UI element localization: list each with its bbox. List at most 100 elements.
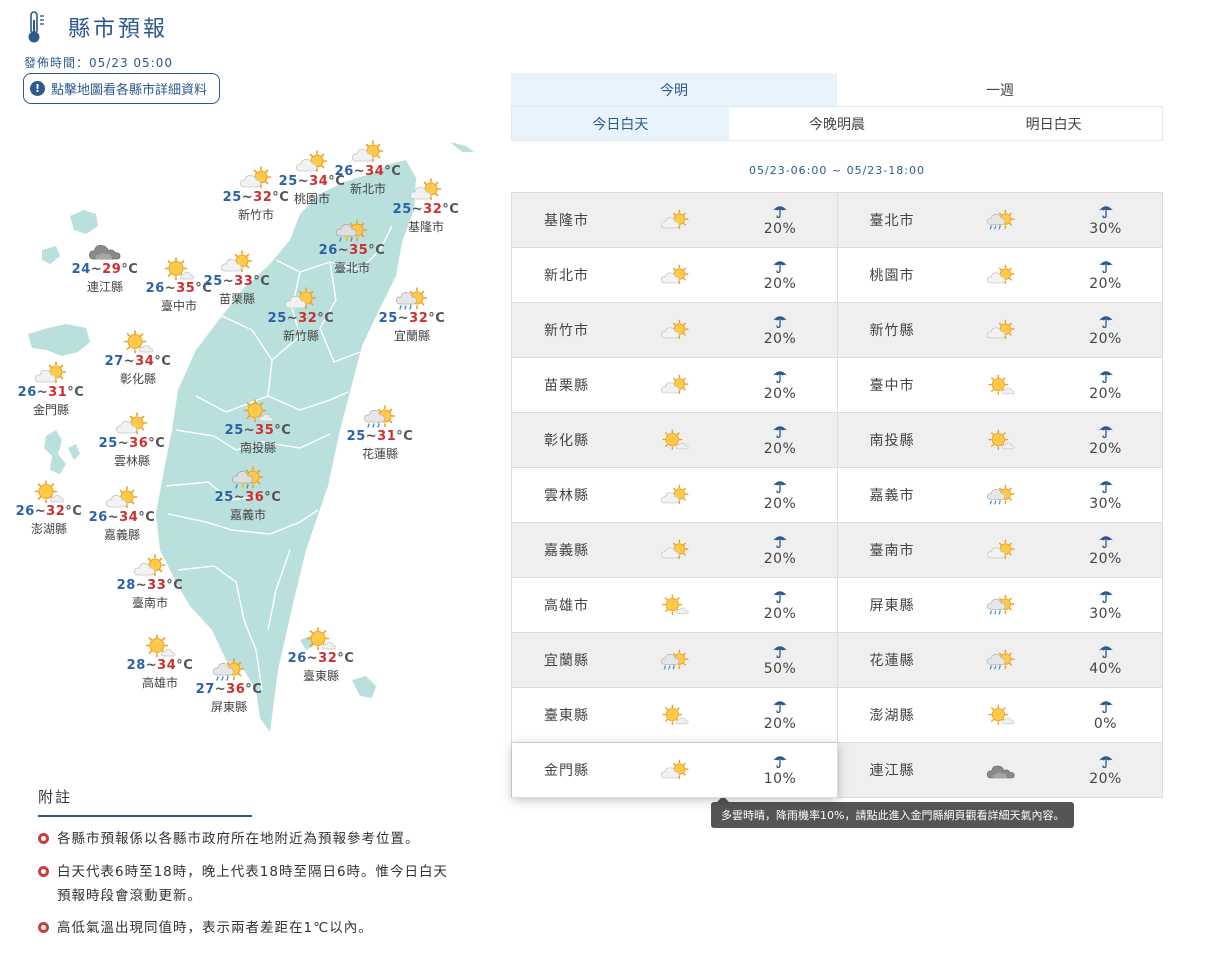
forecast-cell[interactable]: 宜蘭縣 50% (512, 633, 838, 688)
temp-unit: °C (166, 578, 184, 593)
forecast-table: 基隆市 20% 臺北市 30% 新北市 20% 桃園市 20% 新竹市 20% 新竹縣 20% 苗栗縣 2… (511, 192, 1163, 798)
forecast-cell[interactable]: 金門縣 10% (512, 743, 838, 798)
county-name: 臺中市 (869, 378, 915, 394)
map-county-label[interactable]: 26~31°C 金門縣 (0, 361, 106, 419)
forecast-cell[interactable]: 新北市 20% (512, 248, 838, 303)
map-county-label[interactable]: 26~35°C 臺北市 (297, 219, 407, 277)
forecast-cell[interactable]: 臺北市 30% (837, 193, 1163, 248)
temp-separator: ~ (337, 243, 350, 258)
forecast-cell[interactable]: 澎湖縣 0% (837, 688, 1163, 743)
rain-probability: 20% (1076, 314, 1136, 347)
forecast-cell[interactable]: 臺中市 20% (837, 358, 1163, 413)
forecast-cell[interactable]: 基隆市 20% (512, 193, 838, 248)
rain-probability: 0% (1076, 699, 1136, 732)
temp-low: 28 (116, 578, 136, 593)
sunny-cloud-icon (986, 429, 1016, 451)
partly-cloudy-icon (133, 554, 167, 578)
forecast-cell[interactable]: 臺東縣 20% (512, 688, 838, 743)
map-county-label[interactable]: 25~36°C 嘉義市 (193, 466, 303, 524)
county-name: 新竹市 (237, 208, 274, 222)
temp-separator: ~ (241, 190, 254, 205)
rain-percent: 20% (763, 495, 797, 512)
map-county-label[interactable]: 25~31°C 花蓮縣 (325, 405, 435, 463)
county-name: 臺南市 (869, 543, 915, 559)
rain-probability: 20% (1076, 754, 1136, 787)
umbrella-icon (772, 699, 788, 713)
rain-percent: 20% (763, 385, 797, 402)
period-range: 05/23-06:00 ~ 05/23-18:00 (749, 164, 925, 177)
main-tabs: 今明 一週 (511, 73, 1163, 106)
sunny-cloud-icon (660, 429, 690, 451)
map-county-label[interactable]: 27~36°C 屏東縣 (174, 658, 284, 716)
forecast-cell[interactable]: 新竹市 20% (512, 303, 838, 358)
map-tip-button[interactable]: ! 點擊地圖看各縣市詳細資料 (23, 73, 221, 104)
forecast-cell[interactable]: 高雄市 20% (512, 578, 838, 633)
tab-today-tomorrow[interactable]: 今明 (511, 73, 837, 106)
partly-cloudy-icon (660, 209, 690, 231)
temp-separator: ~ (123, 354, 136, 369)
notes-title: 附註 (38, 788, 73, 806)
umbrella-icon (772, 369, 788, 383)
partly-cloudy-icon (660, 759, 690, 781)
county-name: 高雄市 (544, 598, 589, 614)
temp-range: 26~35°C (297, 243, 407, 259)
dark-cloud-icon (986, 759, 1016, 781)
forecast-cell[interactable]: 彰化縣 20% (512, 413, 838, 468)
temp-high: 31 (377, 429, 397, 444)
map-county-label[interactable]: 25~36°C 雲林縣 (77, 412, 187, 470)
forecast-cell[interactable]: 桃園市 20% (837, 248, 1163, 303)
forecast-cell[interactable]: 嘉義市 30% (837, 468, 1163, 523)
forecast-cell[interactable]: 屏東縣 30% (837, 578, 1163, 633)
temp-high: 36 (226, 682, 246, 697)
temp-range: 25~36°C (193, 490, 303, 506)
tab-today-day[interactable]: 今日白天 (512, 107, 729, 140)
rain-cloud-icon (363, 405, 397, 429)
map-county-label[interactable]: 25~32°C 宜蘭縣 (357, 287, 467, 345)
tab-tonight[interactable]: 今晚明晨 (729, 107, 946, 140)
temp-low: 25 (392, 202, 412, 217)
county-name: 連江縣 (869, 763, 915, 779)
map-county-label[interactable]: 25~32°C 新竹縣 (246, 287, 356, 345)
rain-cloud-icon (212, 658, 246, 682)
temp-unit: °C (154, 354, 172, 369)
umbrella-icon (1098, 369, 1114, 383)
temp-low: 26 (15, 504, 35, 519)
temp-low: 27 (104, 354, 124, 369)
forecast-cell[interactable]: 新竹縣 20% (837, 303, 1163, 358)
county-name: 彰化縣 (544, 433, 589, 449)
map-county-label[interactable]: 28~33°C 臺南市 (95, 554, 205, 612)
note-text: 白天代表6時至18時，晚上代表18時至隔日6時。惟今日白天預報時段會滾動更新。 (57, 864, 449, 904)
temp-unit: °C (274, 423, 292, 438)
bullet-icon (38, 922, 49, 933)
county-name: 嘉義市 (869, 488, 915, 504)
rain-probability: 30% (1076, 479, 1136, 512)
map-county-label[interactable]: 26~34°C 嘉義縣 (67, 486, 177, 544)
forecast-cell[interactable]: 連江縣 20% (837, 743, 1163, 798)
note-text: 高低氣溫出現同值時，表示兩者差距在1℃以內。 (57, 920, 373, 936)
table-row: 彰化縣 20% 南投縣 20% (512, 413, 1163, 468)
partly-cloudy-icon (660, 539, 690, 561)
rain-cloud-icon (986, 209, 1016, 231)
temp-low: 25 (267, 311, 287, 326)
county-name: 屏東縣 (869, 598, 915, 614)
page-title: 縣市預報 (68, 17, 169, 42)
forecast-cell[interactable]: 臺南市 20% (837, 523, 1163, 578)
forecast-cell[interactable]: 嘉義縣 20% (512, 523, 838, 578)
thunder-rain-icon (231, 466, 265, 490)
forecast-cell[interactable]: 南投縣 20% (837, 413, 1163, 468)
temp-separator: ~ (135, 578, 148, 593)
rain-percent: 0% (1093, 715, 1118, 732)
rain-cloud-icon (986, 649, 1016, 671)
temp-low: 25 (346, 429, 366, 444)
temp-separator: ~ (222, 274, 235, 289)
tab-tomorrow-day[interactable]: 明日白天 (945, 107, 1162, 140)
forecast-cell[interactable]: 苗栗縣 20% (512, 358, 838, 413)
temp-low: 25 (278, 174, 298, 189)
umbrella-icon (772, 314, 788, 328)
forecast-cell[interactable]: 花蓮縣 40% (837, 633, 1163, 688)
bullet-icon (38, 833, 49, 844)
map-county-label[interactable]: 25~35°C 南投縣 (203, 399, 313, 457)
tab-week[interactable]: 一週 (837, 73, 1163, 106)
forecast-cell[interactable]: 雲林縣 20% (512, 468, 838, 523)
rain-percent: 20% (763, 715, 797, 732)
